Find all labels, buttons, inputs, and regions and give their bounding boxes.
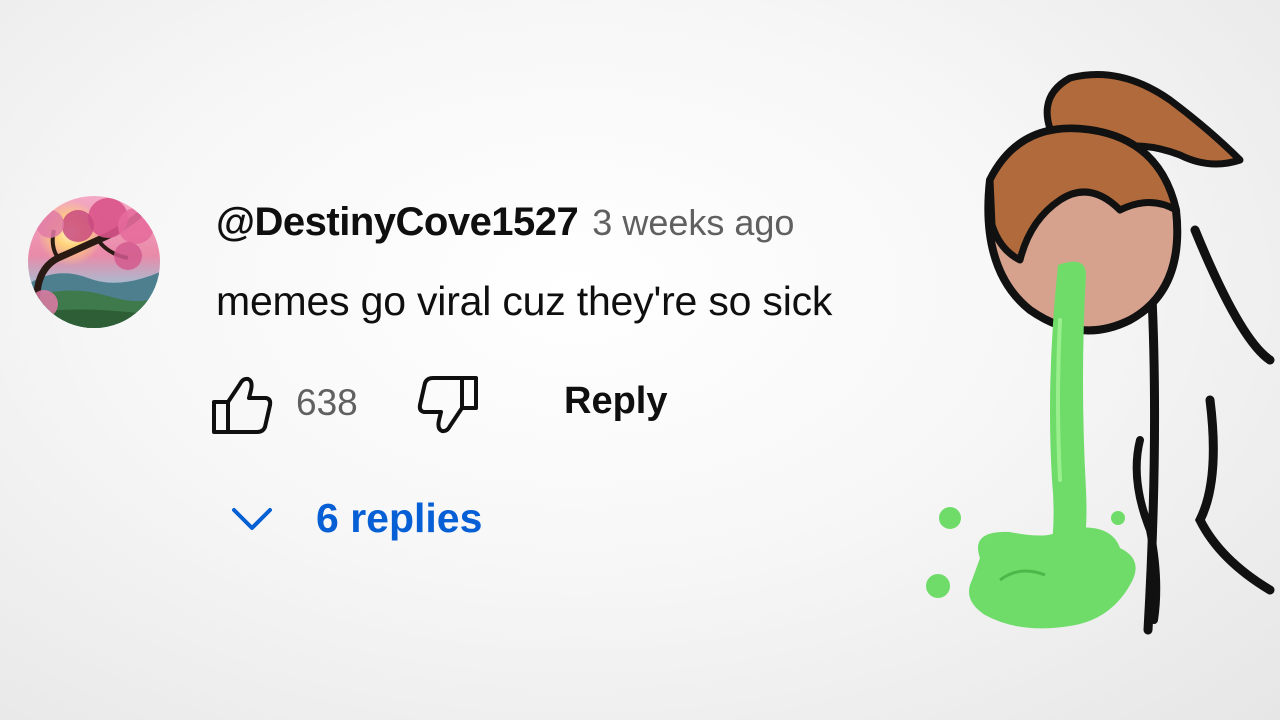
dislike-button[interactable] [414,372,480,434]
view-replies-button[interactable]: 6 replies [228,486,528,550]
thumbs-up-icon [212,376,273,434]
reply-button[interactable]: Reply [564,380,667,423]
chevron-down-icon [232,508,272,530]
vomiting-cartoon-character [910,60,1280,670]
comment-header: @DestinyCove1527 3 weeks ago [216,200,794,256]
comment-body: memes go viral cuz they're so sick [216,278,833,324]
author-handle[interactable]: @DestinyCove1527 [216,200,579,245]
comment-actions: 638 Reply [210,372,690,436]
comment-timestamp[interactable]: 3 weeks ago [592,202,794,244]
like-count: 638 [296,382,358,423]
avatar[interactable] [28,196,160,328]
thumbs-down-icon [417,376,478,434]
replies-count-label: 6 replies [316,494,483,541]
like-button[interactable] [210,374,276,436]
